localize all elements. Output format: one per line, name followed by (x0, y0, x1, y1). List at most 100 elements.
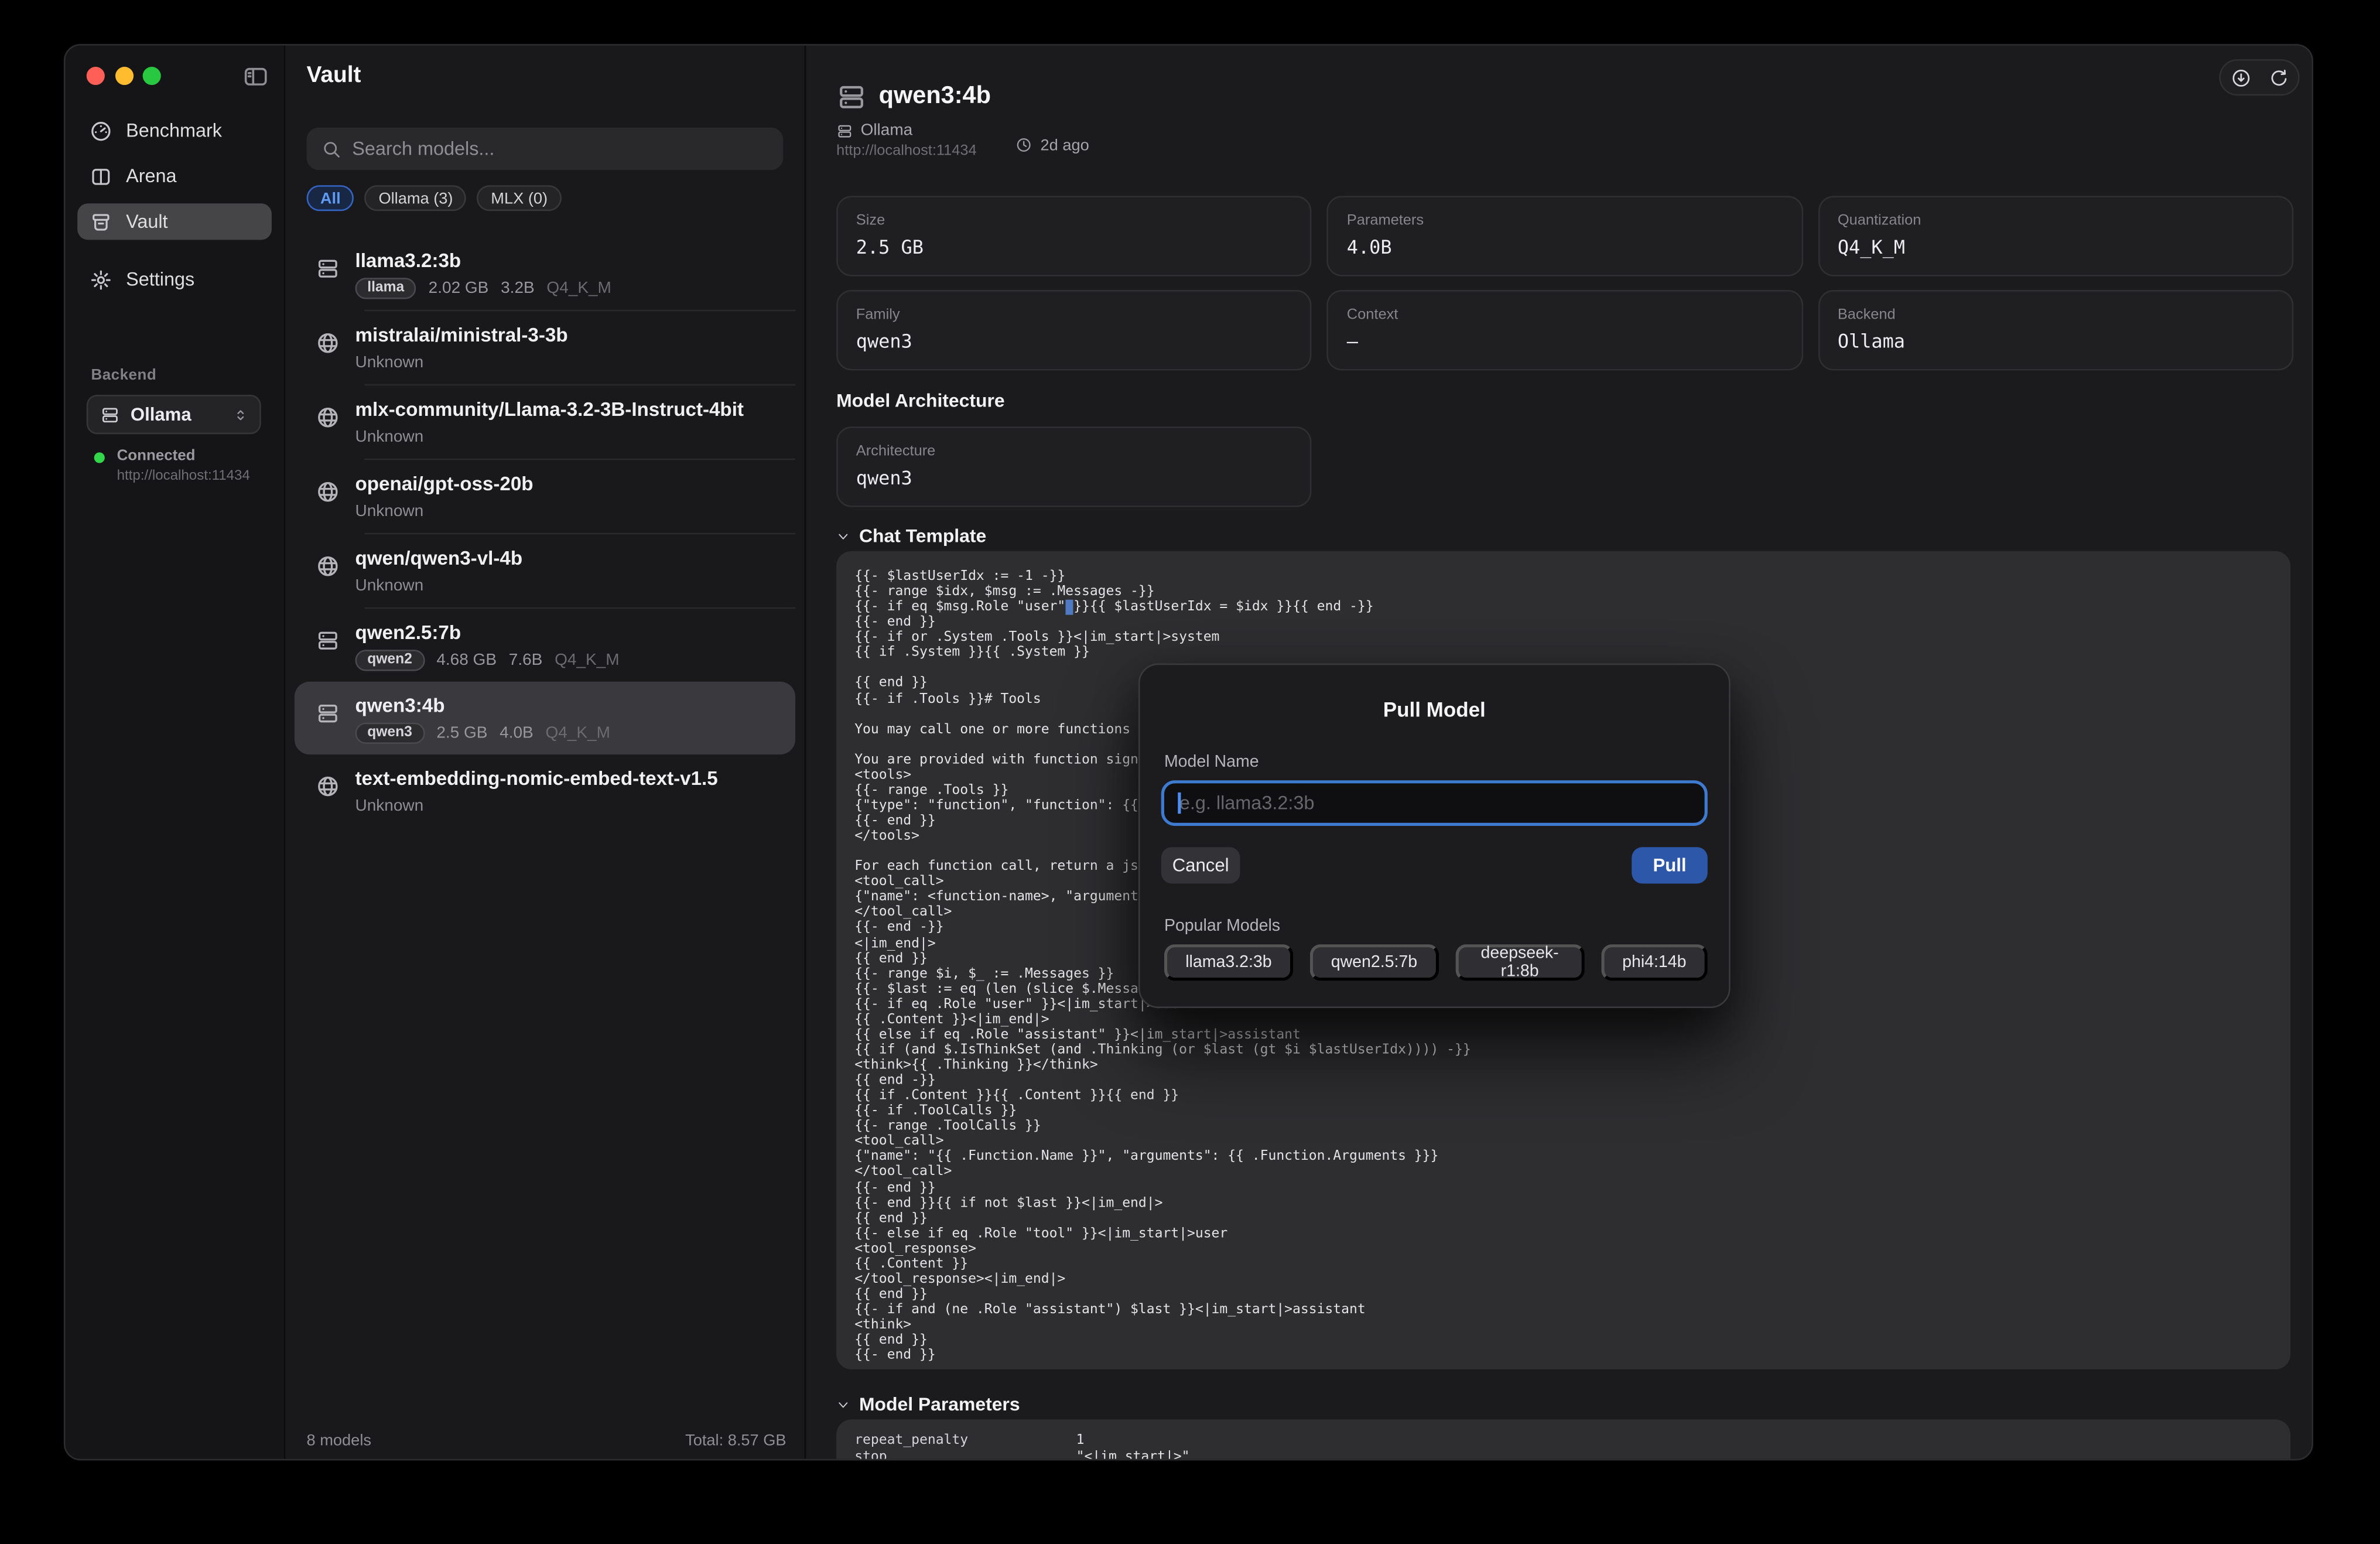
family-tag: llama (355, 277, 416, 298)
code-line: {{ if .System }}{{ .System }} (854, 645, 2272, 661)
model-meta: qwen32.5 GB4.0BQ4_K_M (355, 722, 610, 743)
parameter-value: "<|im_start|>" (1076, 1450, 2272, 1459)
code-line: {{ if .Content }}{{ .Content }}{{ end }} (854, 1089, 2272, 1104)
search-input[interactable] (352, 138, 768, 159)
filter-mlx-0-[interactable]: MLX (0) (477, 185, 561, 211)
model-meta: qwen24.68 GB7.6BQ4_K_M (355, 649, 619, 670)
model-meta: Unknown (355, 351, 567, 373)
code-line: {{ end }} (854, 1333, 2272, 1348)
nav-items: Benchmark Arena Vault Settings (77, 108, 272, 302)
code-line: {{ end }} (854, 1287, 2272, 1303)
card-value: 4.0B (1347, 237, 1783, 258)
chevron-up-down-icon (232, 406, 249, 423)
model-meta: Unknown (355, 426, 743, 447)
parameter-row: repeat_penalty1 (854, 1433, 2272, 1450)
model-name: llama3.2:3b (355, 248, 611, 272)
refresh-icon[interactable] (2268, 67, 2288, 87)
search-icon (322, 139, 341, 159)
filter-ollama-3-[interactable]: Ollama (3) (365, 185, 467, 211)
pull-button[interactable]: Pull (1632, 847, 1708, 883)
model-quant: Q4_K_M (546, 277, 611, 298)
model-row[interactable]: qwen3:4b qwen32.5 GB4.0BQ4_K_M (295, 682, 795, 754)
card-value: qwen3 (856, 467, 1292, 489)
card-label: Architecture (856, 443, 1292, 460)
model-name: qwen/qwen3-vl-4b (355, 546, 522, 570)
gear-icon (90, 268, 112, 291)
popular-model-llama3-2-3b[interactable]: llama3.2:3b (1164, 944, 1293, 981)
sidebar-item-label: Benchmark (126, 120, 222, 141)
model-row[interactable]: qwen/qwen3-vl-4b Unknown (295, 534, 795, 607)
section-model-architecture: Model Architecture (836, 390, 1004, 411)
section-chat-template[interactable]: Chat Template (836, 525, 986, 546)
model-quant: Q4_K_M (555, 649, 619, 670)
model-name: qwen3:4b (355, 693, 610, 717)
model-name: text-embedding-nomic-embed-text-v1.5 (355, 766, 717, 790)
model-row[interactable]: llama3.2:3b llama2.02 GB3.2BQ4_K_M (295, 237, 795, 309)
section-model-parameters[interactable]: Model Parameters (836, 1393, 1020, 1415)
globe-icon (316, 330, 340, 354)
model-row[interactable]: openai/gpt-oss-20bUnknown (295, 460, 795, 532)
panel-title: Vault (307, 62, 361, 88)
sidebar-toggle-icon[interactable] (243, 64, 269, 90)
info-card-quantization: QuantizationQ4_K_M (1818, 196, 2293, 276)
code-line: {{ .Content }} (854, 1257, 2272, 1272)
connection-status: Connected http://localhost:11434 (87, 448, 263, 482)
minimize-button[interactable] (115, 67, 133, 85)
parameter-key: repeat_penalty (854, 1433, 1076, 1450)
code-line: {{ end }} (854, 1211, 2272, 1226)
card-label: Parameters (1347, 213, 1783, 230)
sidebar-item-benchmark[interactable]: Benchmark (77, 108, 272, 153)
model-meta: Unknown (355, 575, 522, 596)
gauge-icon (90, 119, 112, 142)
card-value: – (1347, 331, 1783, 352)
model-source-unknown: Unknown (355, 500, 423, 521)
model-rows: llama3.2:3b llama2.02 GB3.2BQ4_K_Mmistral… (295, 237, 795, 827)
code-line: {{- if .ToolCalls }} (854, 1104, 2272, 1119)
sidebar-item-settings[interactable]: Settings (77, 257, 272, 302)
code-line: {{- if or .System .Tools }}<|im_start|>s… (854, 630, 2272, 645)
popular-models-label: Popular Models (1164, 917, 1280, 935)
sidebar-item-vault[interactable]: Vault (77, 203, 272, 240)
globe-icon (316, 554, 340, 578)
list-footer: 8 models Total: 8.57 GB (307, 1432, 787, 1450)
info-card-size: Size2.5 GB (836, 196, 1312, 276)
model-row[interactable]: mlx-community/Llama-3.2-3B-Instruct-4bit… (295, 385, 795, 458)
server-icon (316, 628, 340, 652)
model-name-input[interactable] (1161, 780, 1708, 826)
code-line: {{ end -}} (854, 1074, 2272, 1089)
backend-value: Ollama (131, 404, 222, 425)
model-parameters-box: repeat_penalty1stop"<|im_start|>" (836, 1419, 2290, 1458)
model-list-panel: Vault AllOllama (3)MLX (0) llama3.2:3bll… (285, 46, 806, 1459)
search-box (307, 128, 784, 170)
model-params: 7.6B (509, 649, 543, 670)
sidebar-item-label: Settings (126, 269, 194, 290)
server-icon (836, 122, 853, 139)
zoom-button[interactable] (143, 67, 161, 85)
model-row[interactable]: qwen2.5:7bqwen24.68 GB7.6BQ4_K_M (295, 609, 795, 681)
close-button[interactable] (87, 67, 105, 85)
server-icon (100, 405, 120, 425)
sidebar-item-arena[interactable]: Arena (77, 153, 272, 199)
model-name: qwen2.5:7b (355, 620, 619, 644)
popular-model-deepseek-r1-8b[interactable]: deepseek-r1:8b (1455, 944, 1584, 981)
filter-all[interactable]: All (307, 185, 354, 211)
connection-status-label: Connected (117, 448, 250, 465)
backend-section: Backend Ollama Connected http://localhos… (65, 367, 283, 482)
card-value: 2.5 GB (856, 237, 1292, 258)
updated-time: 2d ago (1041, 136, 1089, 154)
card-label: Family (856, 307, 1292, 324)
vault-icon (90, 210, 112, 233)
model-row[interactable]: text-embedding-nomic-embed-text-v1.5Unkn… (295, 754, 795, 827)
server-icon (316, 256, 340, 280)
model-row[interactable]: mistralai/ministral-3-3bUnknown (295, 311, 795, 384)
model-meta: llama2.02 GB3.2BQ4_K_M (355, 277, 611, 298)
code-line: <tool_response> (854, 1241, 2272, 1256)
code-line: {{- end }}{{ if not $last }}<|im_end|> (854, 1195, 2272, 1211)
popular-model-phi4-14b[interactable]: phi4:14b (1601, 944, 1708, 981)
download-icon[interactable] (2231, 67, 2251, 87)
popular-models: llama3.2:3b qwen2.5:7b deepseek-r1:8b phi4:… (1164, 944, 1708, 981)
backend-select[interactable]: Ollama (87, 395, 261, 434)
code-line: </tool_response><|im_end|> (854, 1272, 2272, 1287)
popular-model-qwen2-5-7b[interactable]: qwen2.5:7b (1309, 944, 1438, 981)
cancel-button[interactable]: Cancel (1161, 847, 1240, 883)
